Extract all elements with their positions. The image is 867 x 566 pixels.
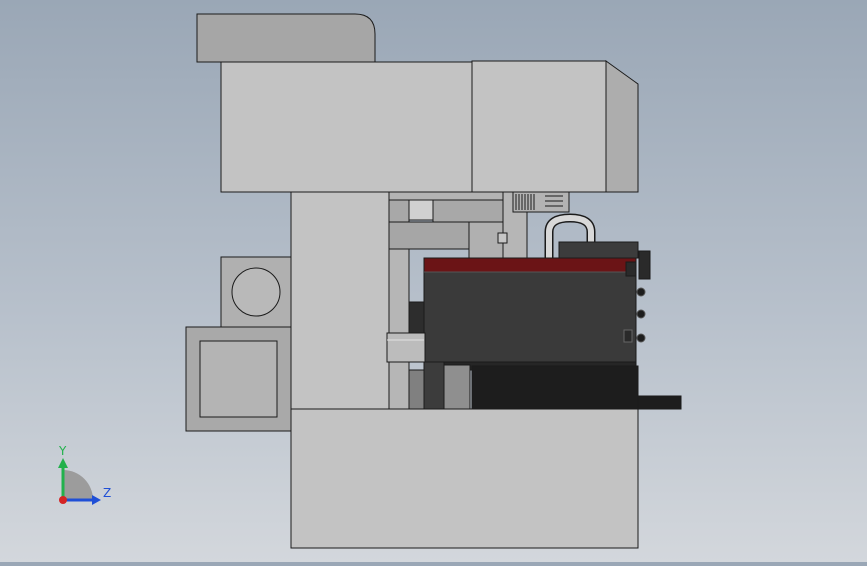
support-post [388, 248, 410, 410]
knob-1 [636, 287, 646, 297]
z-axis-label: Z [103, 486, 111, 500]
model-canvas[interactable]: Y Z [0, 0, 867, 562]
crossbar [388, 221, 470, 250]
lower-block [423, 361, 445, 410]
side-switch [638, 250, 651, 280]
tray-lip [637, 395, 682, 410]
spindle [386, 332, 426, 363]
triad-plane [63, 470, 93, 500]
bracket-top [388, 191, 505, 201]
x-axis-dot [59, 496, 67, 504]
upper-housing-side [605, 60, 639, 193]
knob-2 [636, 309, 646, 319]
base-tray [471, 365, 639, 410]
side-panel-inner [199, 340, 278, 418]
connector-strip [512, 191, 570, 213]
bracket-window [408, 199, 434, 221]
y-axis-label: Y [58, 444, 67, 458]
machine-base [290, 408, 639, 549]
column [290, 191, 390, 411]
guide-clip [497, 232, 508, 244]
upper-housing-left [220, 61, 473, 193]
top-hood [196, 13, 376, 63]
dark-block [558, 241, 639, 259]
cad-viewport[interactable]: Y Z [0, 0, 867, 562]
lower-cylinder [443, 364, 471, 410]
upper-housing-right [471, 60, 607, 193]
knob-top [625, 261, 637, 277]
motor-circle [231, 267, 281, 317]
y-axis-arrow [58, 458, 68, 468]
lower-post-left [408, 369, 425, 410]
orientation-triad: Y Z [58, 444, 111, 505]
dark-unit [423, 271, 637, 363]
red-trim [423, 257, 637, 273]
knob-3 [636, 333, 646, 343]
knob-bracket [623, 329, 633, 343]
bracket-b [432, 199, 504, 223]
z-axis-arrow [92, 495, 101, 505]
bracket-a [388, 199, 410, 223]
